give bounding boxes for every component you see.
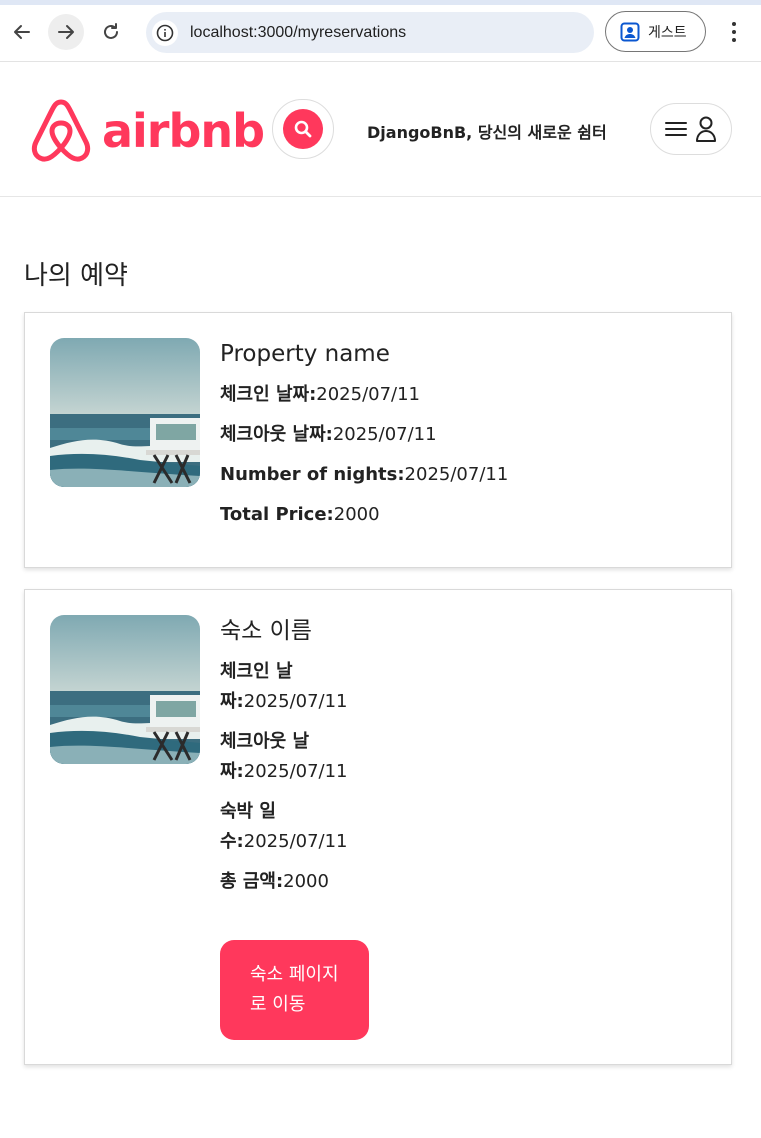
checkin-value: 2025/07/11: [316, 383, 421, 405]
property-name: 숙소 이름: [220, 618, 312, 644]
checkout-label: 체크아웃 날짜:: [220, 423, 333, 445]
nights-value: 2025/07/11: [404, 463, 509, 485]
nights-row: Number of nights:2025/07/11: [220, 460, 508, 490]
site-header: airbnb DjangoBnB, 당신의 새로운 쉼터: [0, 62, 761, 197]
back-button[interactable]: [4, 14, 40, 50]
tab-strip-edge: [0, 0, 761, 5]
go-to-property-button[interactable]: 숙소 페이지로 이동: [220, 940, 369, 1040]
site-tagline: DjangoBnB, 당신의 새로운 쉼터: [367, 123, 607, 142]
search-icon: [294, 120, 312, 138]
total-row: Total Price:2000: [220, 500, 508, 530]
property-thumbnail[interactable]: [50, 615, 200, 764]
search-button[interactable]: [283, 109, 323, 149]
reservation-details: 숙소 이름 체크인 날짜:2025/07/11 체크아웃 날짜:2025/07/…: [220, 617, 348, 897]
forward-arrow-icon: [58, 25, 74, 39]
airbnb-logo[interactable]: airbnb: [28, 98, 265, 164]
reload-button[interactable]: [93, 14, 129, 50]
profile-button[interactable]: 게스트: [605, 11, 706, 52]
reload-icon: [104, 23, 118, 39]
profile-label: 게스트: [648, 24, 687, 41]
browser-toolbar: localhost:3000/myreservations 게스트: [0, 0, 761, 62]
checkout-row: 체크아웃 날짜:2025/07/11: [220, 420, 508, 450]
back-arrow-icon: [14, 25, 30, 39]
search-bar[interactable]: [272, 99, 334, 159]
checkout-value: 2025/07/11: [243, 760, 348, 782]
page-title: 나의 예약: [24, 261, 128, 291]
reservation-card: Property name 체크인 날짜:2025/07/11 체크아웃 날짜:…: [24, 312, 732, 568]
site-info-icon[interactable]: [152, 19, 178, 46]
reservation-details: Property name 체크인 날짜:2025/07/11 체크아웃 날짜:…: [220, 340, 508, 530]
nights-label: Number of nights:: [220, 463, 405, 485]
total-label: 총 금액:: [220, 870, 284, 892]
checkin-label: 체크인 날짜:: [220, 383, 317, 405]
user-menu-button[interactable]: [650, 103, 732, 155]
property-name: Property name: [220, 341, 390, 367]
total-label: Total Price:: [220, 503, 334, 525]
property-thumbnail[interactable]: [50, 338, 200, 487]
checkout-value: 2025/07/11: [332, 423, 437, 445]
checkout-row: 체크아웃 날짜:2025/07/11: [220, 727, 348, 787]
profile-icon: [620, 22, 640, 41]
beach-house-image: [50, 338, 200, 487]
checkin-row: 체크인 날짜:2025/07/11: [220, 380, 508, 410]
total-value: 2000: [283, 870, 329, 892]
nights-value: 2025/07/11: [243, 830, 348, 852]
checkin-value: 2025/07/11: [243, 690, 348, 712]
browser-menu-icon[interactable]: [726, 20, 742, 44]
address-bar[interactable]: localhost:3000/myreservations: [146, 12, 594, 53]
hamburger-icon: [665, 122, 687, 136]
logo-wordmark: airbnb: [102, 104, 265, 158]
airbnb-belo-icon: [31, 99, 91, 162]
total-row: 총 금액:2000: [220, 867, 340, 897]
nights-row: 숙박 일수:2025/07/11: [220, 797, 348, 857]
user-icon: [696, 116, 716, 142]
total-value: 2000: [333, 503, 380, 525]
reservation-card: 숙소 이름 체크인 날짜:2025/07/11 체크아웃 날짜:2025/07/…: [24, 589, 732, 1065]
beach-house-image: [50, 615, 200, 764]
url-text[interactable]: localhost:3000/myreservations: [190, 24, 406, 42]
checkin-row: 체크인 날짜:2025/07/11: [220, 657, 348, 717]
forward-button[interactable]: [48, 14, 84, 50]
